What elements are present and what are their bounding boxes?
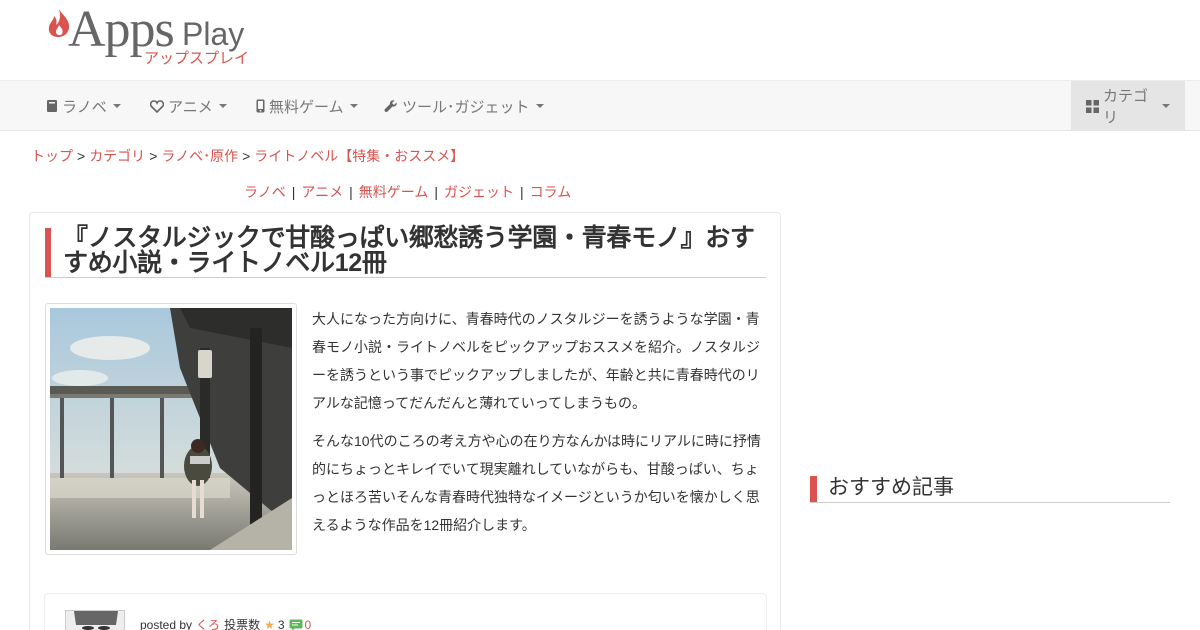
nav-item-free-games[interactable]: 無料ゲーム (256, 81, 358, 131)
wrench-icon (384, 99, 398, 113)
subnav-link-light-novel[interactable]: ラノベ (244, 184, 286, 200)
article-paragraph: 大人になった方向けに、青春時代のノスタルジーを誘うような学園・青春モノ小説・ライ… (312, 311, 760, 411)
breadcrumb-separator: > (149, 148, 158, 164)
article-card: 『ノスタルジックで甘酸っぱい郷愁誘う学園・青春モノ』おすすめ小説・ライトノベル1… (29, 212, 781, 630)
subnav-link-column[interactable]: コラム (530, 184, 572, 200)
votes-count: 3 (277, 617, 285, 630)
site-logo[interactable]: Apps Play アップスプレイ (44, 2, 254, 70)
posted-by-label: posted by (140, 617, 193, 630)
nav-item-label: アニメ (168, 98, 213, 116)
station-illustration (50, 308, 292, 550)
grid-icon (1086, 99, 1099, 113)
nav-item-category[interactable]: カテゴリ (1071, 81, 1185, 131)
sub-navigation: ラノベ | アニメ | 無料ゲーム | ガジェット | コラム (244, 183, 571, 201)
breadcrumb-link-light-novel-feature[interactable]: ライトノベル【特集・おススメ】 (254, 148, 464, 164)
article-meta-card: posted by くろ 投票数 ★ 3 0 (44, 593, 767, 630)
nav-item-label: ツール･ガジェット (402, 98, 530, 116)
sidebar-heading-label: おすすめ記事 (828, 476, 954, 499)
subnav-link-anime[interactable]: アニメ (301, 184, 343, 200)
article-title-block: 『ノスタルジックで甘酸っぱい郷愁誘う学園・青春モノ』おすすめ小説・ライトノベル1… (45, 224, 766, 278)
breadcrumb: トップ > カテゴリ > ラノベ･原作 > ライトノベル【特集・おススメ】 (31, 147, 464, 165)
author-link[interactable]: くろ (196, 616, 220, 630)
subnav-separator: | (291, 184, 296, 200)
nav-item-label: ラノベ (62, 98, 107, 116)
nav-item-tools-gadgets[interactable]: ツール･ガジェット (384, 81, 544, 131)
subnav-link-free-games[interactable]: 無料ゲーム (359, 184, 429, 200)
caret-down-icon (349, 104, 358, 108)
sidebar-heading-accent-bar (810, 476, 817, 502)
article-description: 大人になった方向けに、青春時代のノスタルジーを誘うような学園・青春モノ小説・ライ… (312, 305, 764, 549)
heart-icon (150, 99, 164, 113)
caret-down-icon (535, 104, 544, 108)
title-accent-bar (45, 228, 51, 277)
breadcrumb-link-light-novel-original[interactable]: ラノベ･原作 (161, 148, 238, 164)
comment-icon (289, 619, 303, 630)
logo-kana: アップスプレイ (144, 50, 250, 67)
subnav-separator: | (519, 184, 524, 200)
star-icon: ★ (264, 617, 275, 630)
nav-item-light-novel[interactable]: ラノベ (46, 81, 121, 131)
article-paragraph: そんな10代のころの考え方や心の在り方なんかは時にリアルに時に抒情的にちょっとキ… (312, 433, 761, 533)
article-meta: posted by くろ 投票数 ★ 3 0 (140, 616, 311, 630)
breadcrumb-separator: > (77, 148, 86, 164)
author-avatar[interactable] (65, 610, 125, 630)
avatar-image (66, 611, 124, 630)
article-title: 『ノスタルジックで甘酸っぱい郷愁誘う学園・青春モノ』おすすめ小説・ライトノベル1… (63, 224, 755, 277)
caret-down-icon (112, 104, 121, 108)
caret-down-icon (218, 104, 227, 108)
breadcrumb-link-category[interactable]: カテゴリ (89, 148, 145, 164)
subnav-link-gadget[interactable]: ガジェット (444, 184, 514, 200)
breadcrumb-link-top[interactable]: トップ (31, 148, 73, 164)
mobile-icon (256, 99, 265, 113)
book-icon (46, 99, 58, 113)
main-navbar: ラノベ アニメ 無料ゲーム ツール･ガジェット カテゴリ (0, 80, 1200, 131)
nav-item-anime[interactable]: アニメ (150, 81, 227, 131)
caret-down-icon (1162, 104, 1170, 108)
subnav-separator: | (349, 184, 353, 200)
nav-item-label: カテゴリ (1103, 88, 1149, 126)
votes-label: 投票数 (224, 618, 261, 630)
subnav-separator: | (434, 184, 438, 200)
site-header: Apps Play アップスプレイ (0, 0, 1200, 80)
sidebar-heading: おすすめ記事 (810, 476, 1170, 503)
article-thumbnail[interactable] (45, 303, 297, 555)
logo-play: Play (182, 16, 245, 52)
nav-item-label: 無料ゲーム (269, 98, 344, 116)
breadcrumb-separator: > (242, 148, 251, 164)
comments-count[interactable]: 0 (305, 618, 312, 630)
